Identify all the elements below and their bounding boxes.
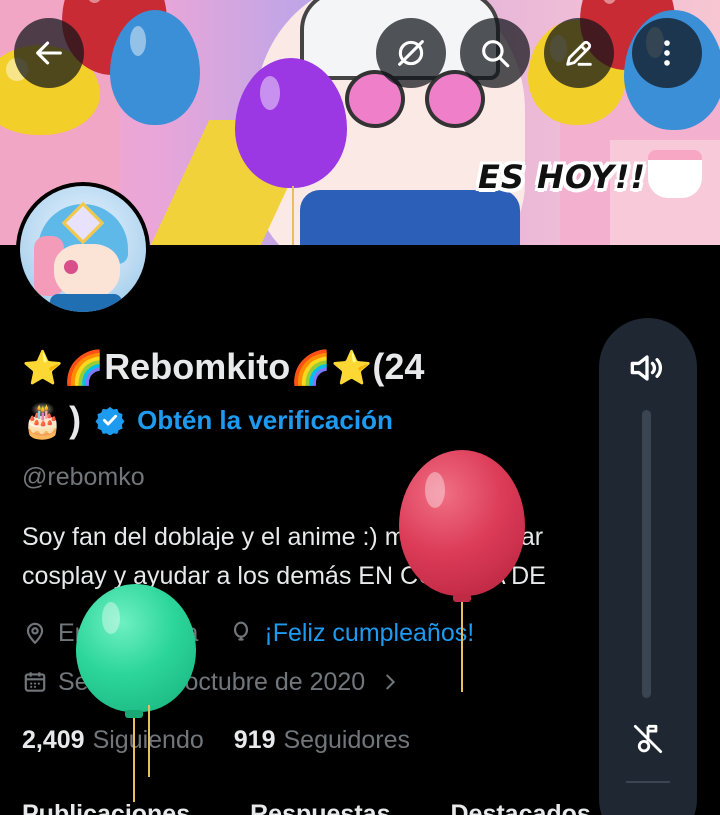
tab-replies[interactable]: Respuestas	[250, 800, 390, 815]
avatar-scarf	[50, 294, 122, 312]
display-name-suffix: (24	[372, 346, 425, 387]
red-balloon-knot	[453, 594, 471, 602]
grok-button[interactable]	[376, 18, 446, 88]
rainbow-emoji: 🌈	[290, 348, 332, 386]
music-off-icon[interactable]	[629, 720, 667, 758]
avatar-image	[20, 186, 146, 312]
star-emoji: ⭐	[22, 348, 64, 386]
avatar[interactable]	[16, 182, 150, 316]
profile-tabs: Publicaciones Respuestas Destacados	[22, 800, 651, 815]
verified-badge-icon[interactable]	[95, 405, 125, 435]
star-emoji: ⭐	[331, 348, 373, 386]
back-button[interactable]	[14, 18, 84, 88]
display-name-text: Rebomkito	[104, 346, 291, 387]
display-name-close: )	[69, 399, 82, 440]
green-balloon-string	[148, 705, 150, 777]
banner-caption: ES HOY!!	[478, 158, 647, 196]
get-verified-link[interactable]: Obtén la verificación	[137, 405, 393, 436]
volume-divider	[626, 781, 670, 783]
red-balloon-overlay	[399, 450, 525, 596]
tab-posts[interactable]: Publicaciones	[22, 800, 190, 815]
following-count[interactable]: 2,409	[22, 726, 85, 755]
green-balloon-overlay	[76, 584, 196, 712]
volume-slider[interactable]	[642, 410, 651, 698]
edit-icon	[566, 40, 592, 66]
followers-count[interactable]: 919	[234, 726, 276, 755]
balloon-shine	[102, 602, 120, 634]
edit-button[interactable]	[544, 18, 614, 88]
speaker-icon[interactable]	[625, 346, 669, 390]
cake-icon	[648, 150, 702, 198]
cake-emoji: 🎂	[22, 401, 64, 439]
tab-highlights[interactable]: Destacados	[450, 800, 590, 815]
search-icon	[482, 40, 510, 68]
avatar-face	[54, 244, 120, 300]
balloon-shine	[425, 472, 445, 508]
handle: @rebomko	[22, 463, 145, 491]
birthday-link[interactable]: ¡Feliz cumpleaños!	[264, 619, 474, 648]
arrow-left-icon	[36, 41, 62, 65]
banner-character-body	[300, 190, 520, 245]
chevron-right-icon	[386, 674, 396, 690]
display-name-continued: 🎂 ) Obtén la verificación	[22, 396, 393, 444]
calendar-icon	[24, 672, 46, 692]
banner-balloon-purple-string	[292, 186, 294, 245]
green-balloon-knot	[125, 710, 143, 718]
display-name: ⭐ 🌈 Rebomkito 🌈 ⭐ (24	[22, 343, 424, 391]
more-options-button[interactable]	[632, 18, 702, 88]
banner-balloon-blue	[110, 10, 200, 125]
more-vertical-icon	[664, 40, 670, 66]
grok-icon	[398, 40, 424, 66]
banner-balloon-purple	[235, 58, 347, 188]
follow-stats: 2,409 Siguiendo 919 Seguidores	[22, 722, 440, 758]
red-balloon-string	[461, 602, 463, 692]
search-button[interactable]	[460, 18, 530, 88]
location-icon	[26, 622, 44, 645]
balloon-icon	[234, 621, 249, 641]
avatar-eye	[64, 260, 78, 274]
followers-label[interactable]: Seguidores	[284, 726, 410, 755]
green-balloon-string	[133, 718, 135, 802]
rainbow-emoji: 🌈	[63, 348, 105, 386]
